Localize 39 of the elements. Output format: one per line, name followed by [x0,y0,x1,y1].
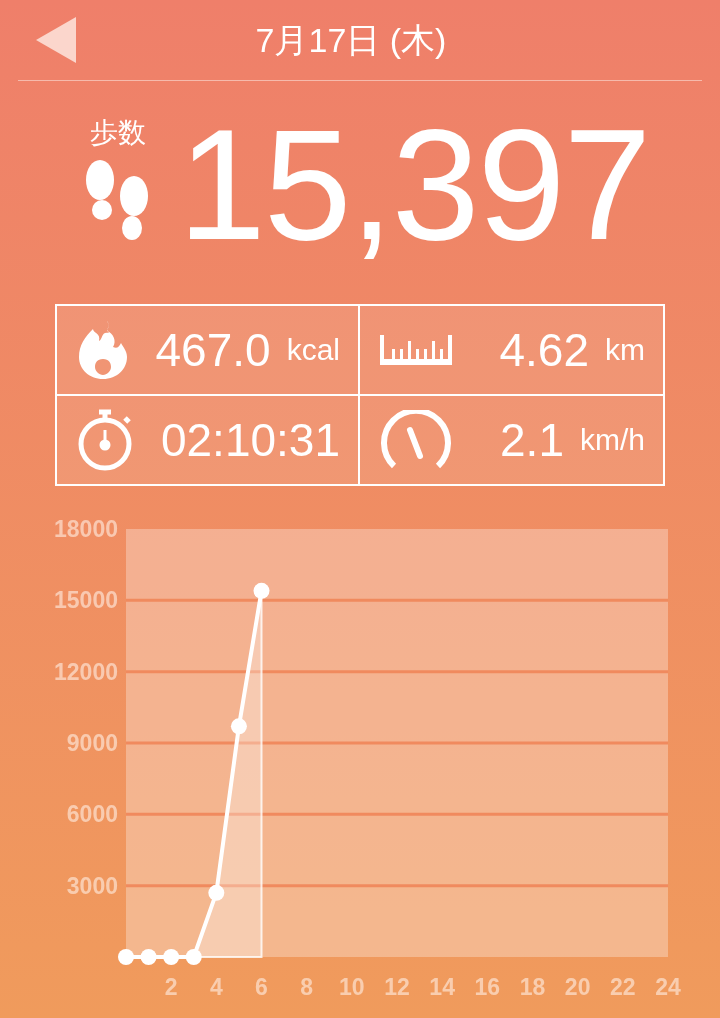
data-point [118,949,134,965]
x-axis-label: 20 [564,974,591,1000]
y-axis-label: 15000 [54,587,118,614]
data-point [208,884,225,901]
x-axis-label: 18 [519,974,546,1000]
stat-value: 2.1 [500,413,564,467]
steps-label: 歩数 [90,115,146,150]
y-axis-label: 18000 [54,516,118,542]
x-axis-label: 8 [300,974,314,1000]
data-point [253,582,270,599]
stat-unit: kcal [286,333,340,367]
speedometer-icon [380,410,452,470]
date-title: 7月17日 (木) [254,20,448,61]
y-axis-label: 3000 [66,872,118,899]
x-axis-label: 22 [610,974,636,1000]
stat-value: 467.0 [155,323,271,377]
y-axis-label: 6000 [66,801,118,828]
ruler-icon [380,335,452,365]
data-point [185,949,202,965]
x-axis-label: 6 [255,974,268,1000]
data-point [163,949,180,965]
x-axis-label: 14 [429,974,455,1000]
x-axis-label: 4 [209,974,223,1000]
stat-unit: km [605,333,645,367]
x-axis-label: 10 [339,974,365,1000]
y-axis-label: 9000 [66,730,118,756]
stat-value: 4.62 [499,323,589,377]
back-arrow-icon [36,17,76,63]
y-axis-label: 12000 [54,658,118,685]
x-axis-label: 12 [384,974,410,1000]
x-axis-label: 2 [164,974,178,1000]
step-count: 15,397 [178,104,650,263]
stat-value: 02:10:31 [160,413,340,467]
x-axis-label: 24 [655,974,681,1000]
data-point [230,718,247,735]
stat-unit: km/h [580,423,645,457]
back-button[interactable] [36,17,76,63]
x-axis-label: 16 [474,974,501,1000]
data-point [140,949,157,965]
